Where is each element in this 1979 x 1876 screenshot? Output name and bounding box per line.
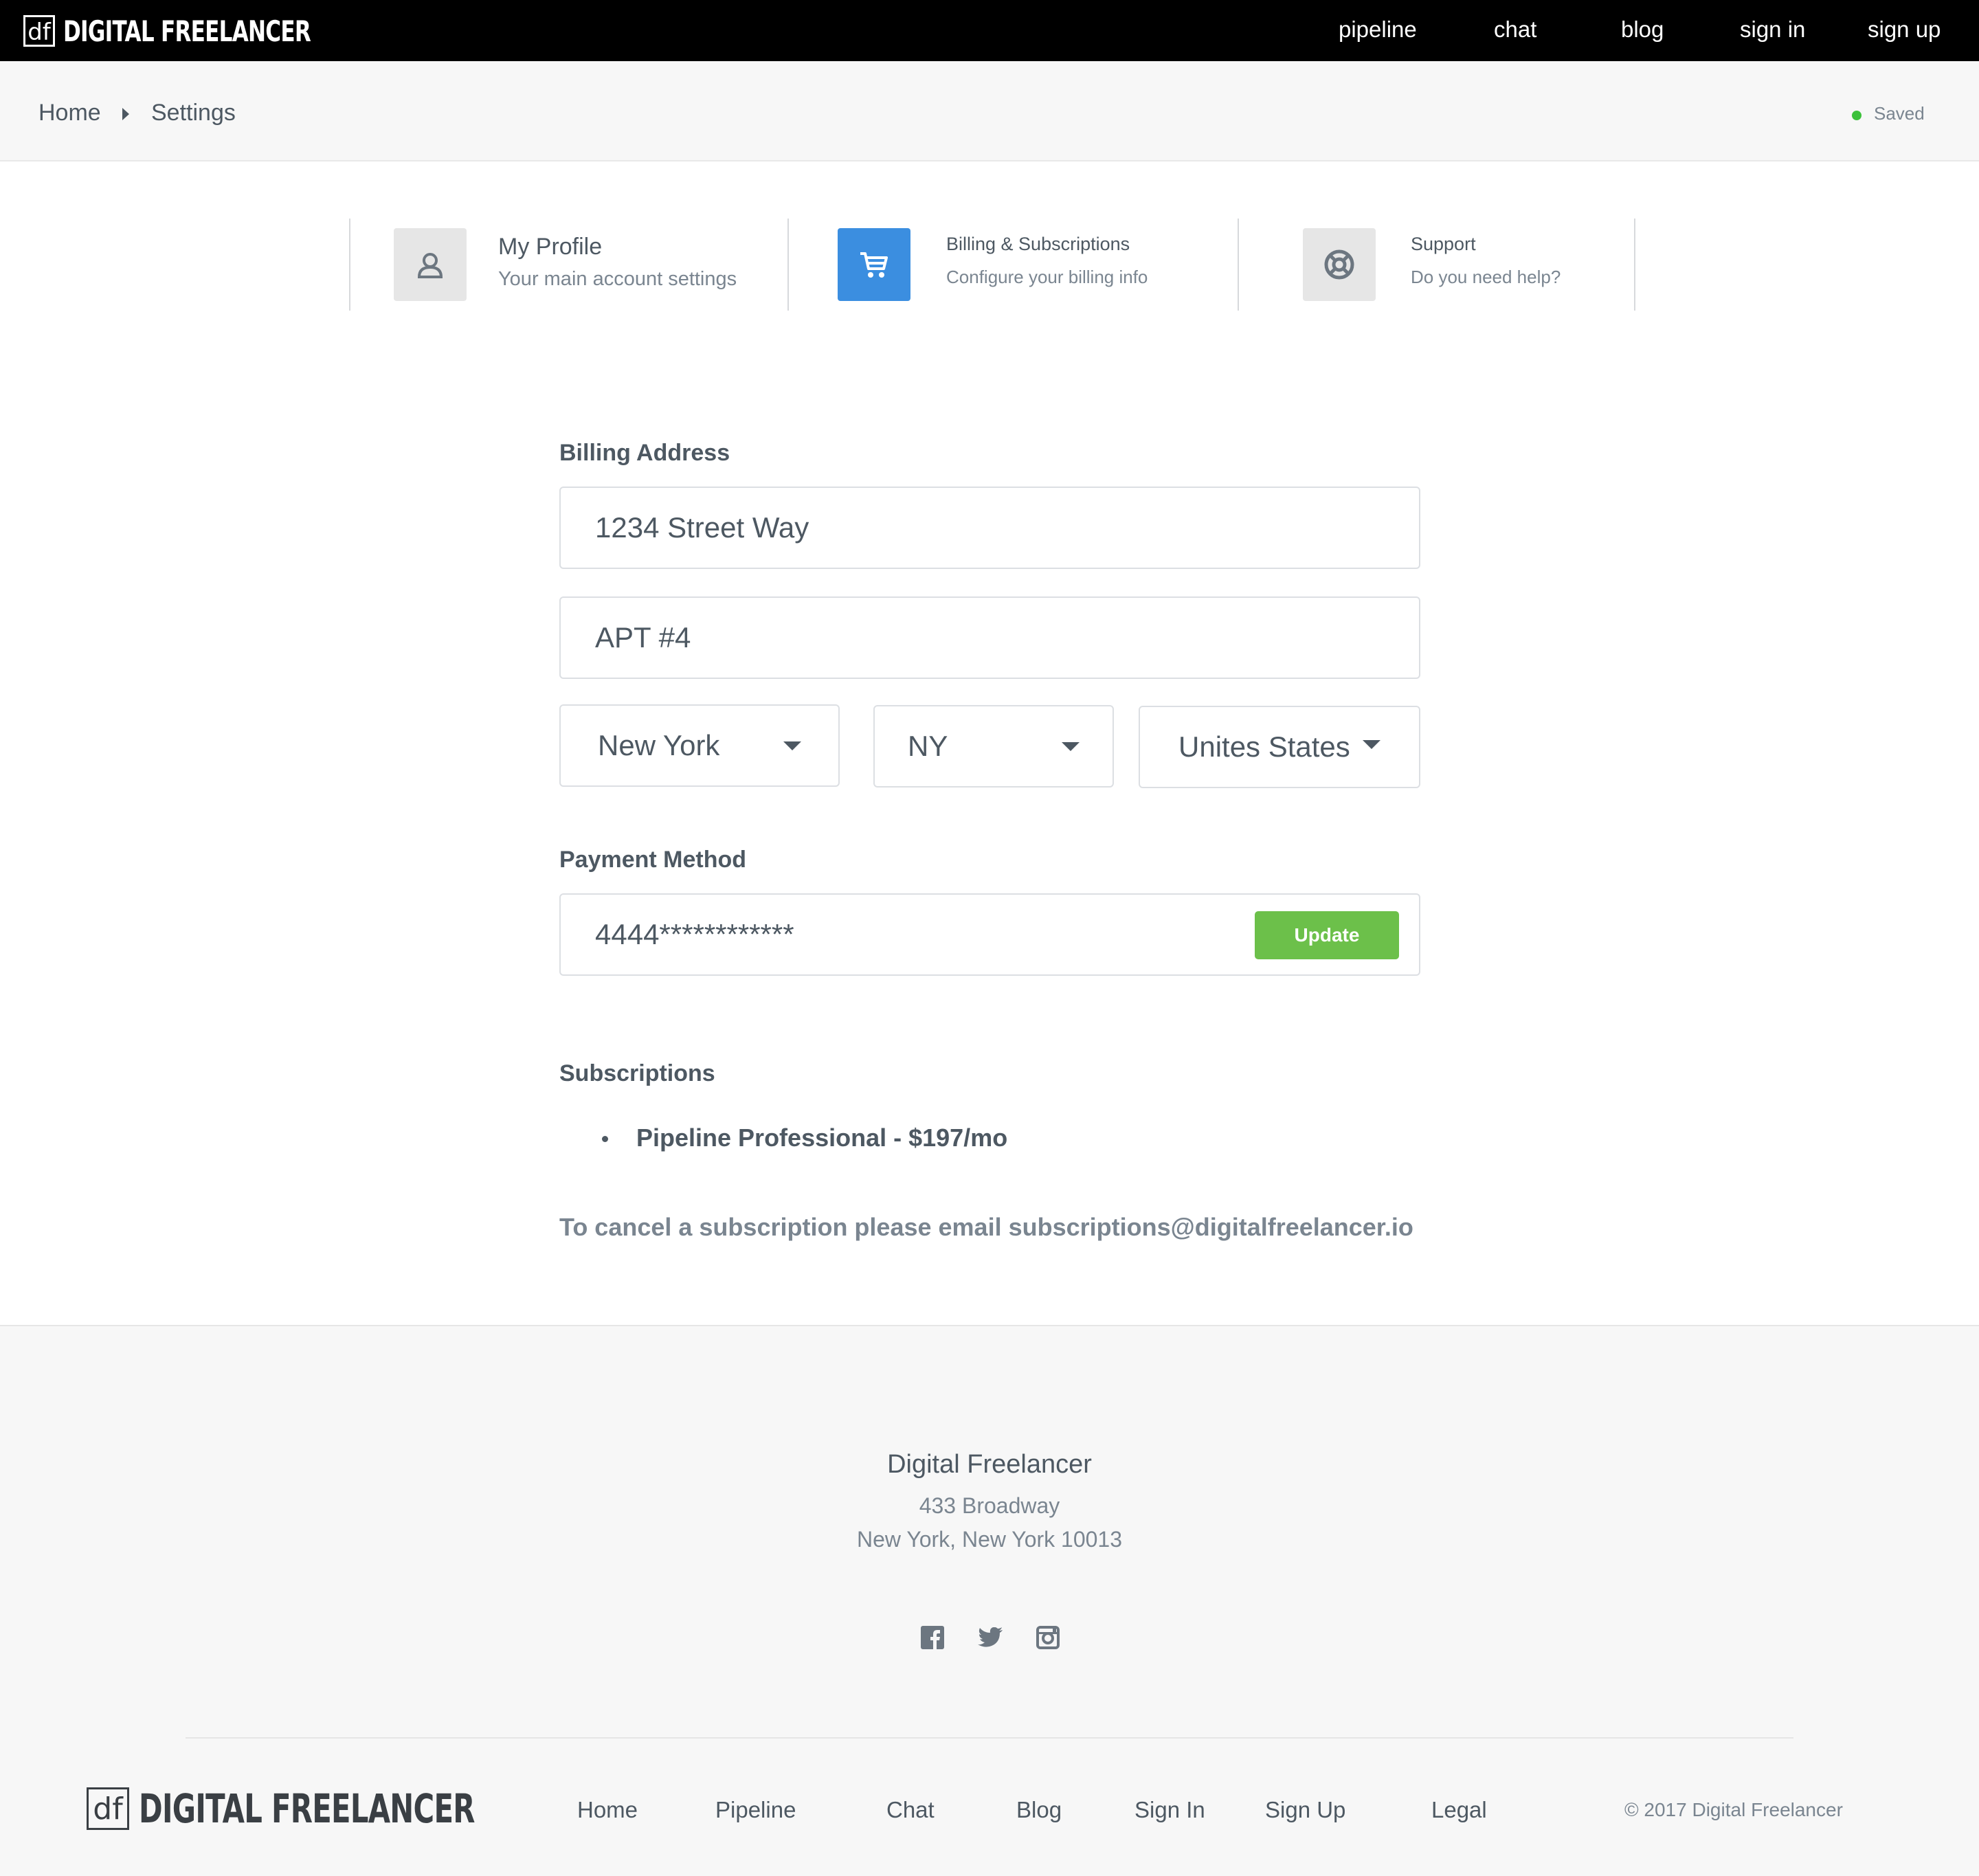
status-badge: Saved <box>1874 103 1925 124</box>
tab-divider <box>1238 219 1239 311</box>
top-navbar: df DIGITAL FREELANCER pipeline chat blog… <box>0 0 1979 61</box>
nav-link-chat[interactable]: chat <box>1494 16 1536 43</box>
footer-company-name: Digital Freelancer <box>887 1450 1092 1479</box>
footer-link-legal[interactable]: Legal <box>1431 1797 1487 1823</box>
address-line1-input[interactable] <box>561 488 1419 568</box>
nav-link-blog[interactable]: blog <box>1621 16 1664 43</box>
footer-brand-name: DIGITAL FREELANCER <box>139 1785 475 1832</box>
footer-link-pipeline[interactable]: Pipeline <box>715 1797 796 1823</box>
breadcrumb-home[interactable]: Home <box>38 100 101 126</box>
billing-address-label: Billing Address <box>559 440 730 466</box>
chevron-down-icon <box>783 741 801 750</box>
address-line2-field <box>559 596 1420 679</box>
tab-title: My Profile <box>498 234 603 260</box>
facebook-icon[interactable] <box>920 1625 945 1650</box>
lifebuoy-icon <box>1303 228 1376 301</box>
country-value: Unites States <box>1178 730 1350 763</box>
address-line2-input[interactable] <box>561 598 1419 678</box>
tab-subtitle: Your main account settings <box>498 268 737 290</box>
footer-link-chat[interactable]: Chat <box>886 1797 935 1823</box>
nav-link-pipeline[interactable]: pipeline <box>1339 16 1417 43</box>
status-dot-icon <box>1852 111 1861 120</box>
update-button[interactable]: Update <box>1255 911 1399 959</box>
nav-link-sign-up[interactable]: sign up <box>1868 16 1941 43</box>
instagram-icon[interactable] <box>1036 1625 1060 1650</box>
subscription-item: Pipeline Professional - $197/mo <box>636 1124 1008 1152</box>
tab-title: Support <box>1411 234 1476 254</box>
settings-tabs: My Profile Your main account settings Bi… <box>0 219 1979 311</box>
footer-link-home[interactable]: Home <box>577 1797 638 1823</box>
footer-brand-mark: df <box>87 1787 129 1830</box>
payment-method-label: Payment Method <box>559 847 747 873</box>
brand-logo[interactable]: df DIGITAL FREELANCER <box>23 14 398 48</box>
footer-brand-logo[interactable]: df DIGITAL FREELANCER <box>87 1785 605 1832</box>
tab-divider <box>349 219 350 311</box>
user-icon <box>394 228 467 301</box>
city-select[interactable]: New York <box>559 704 840 787</box>
tab-subtitle: Configure your billing info <box>946 267 1148 287</box>
footer-link-sign-up[interactable]: Sign Up <box>1265 1797 1345 1823</box>
chevron-down-icon <box>1363 740 1380 749</box>
address-line1-field <box>559 487 1420 569</box>
country-select[interactable]: Unites States <box>1139 706 1420 788</box>
tab-divider <box>787 219 789 311</box>
brand-name: DIGITAL FREELANCER <box>63 14 311 48</box>
footer-address-line1: 433 Broadway <box>919 1493 1060 1518</box>
chevron-right-icon <box>122 108 129 120</box>
state-select[interactable]: NY <box>873 705 1114 788</box>
tab-divider <box>1634 219 1635 311</box>
footer-link-blog[interactable]: Blog <box>1016 1797 1062 1823</box>
breadcrumb-bar: Home Settings Saved <box>0 61 1979 161</box>
footer-link-sign-in[interactable]: Sign In <box>1134 1797 1205 1823</box>
breadcrumb-current: Settings <box>151 100 236 126</box>
tab-title: Billing & Subscriptions <box>946 234 1130 254</box>
twitter-icon[interactable] <box>978 1625 1003 1650</box>
subscriptions-label: Subscriptions <box>559 1060 715 1086</box>
footer: Digital Freelancer 433 Broadway New York… <box>0 1325 1979 1876</box>
brand-mark: df <box>23 15 55 47</box>
state-value: NY <box>908 730 948 762</box>
bullet-icon <box>602 1136 608 1142</box>
cart-icon <box>838 228 910 301</box>
nav-link-sign-in[interactable]: sign in <box>1740 16 1805 43</box>
footer-address-line2: New York, New York 10013 <box>856 1527 1123 1552</box>
footer-copyright: © 2017 Digital Freelancer <box>1624 1799 1843 1820</box>
chevron-down-icon <box>1062 742 1080 751</box>
footer-divider <box>186 1737 1793 1739</box>
tab-subtitle: Do you need help? <box>1411 267 1561 287</box>
city-value: New York <box>598 729 720 761</box>
cancel-note: To cancel a subscription please email su… <box>559 1213 1413 1241</box>
